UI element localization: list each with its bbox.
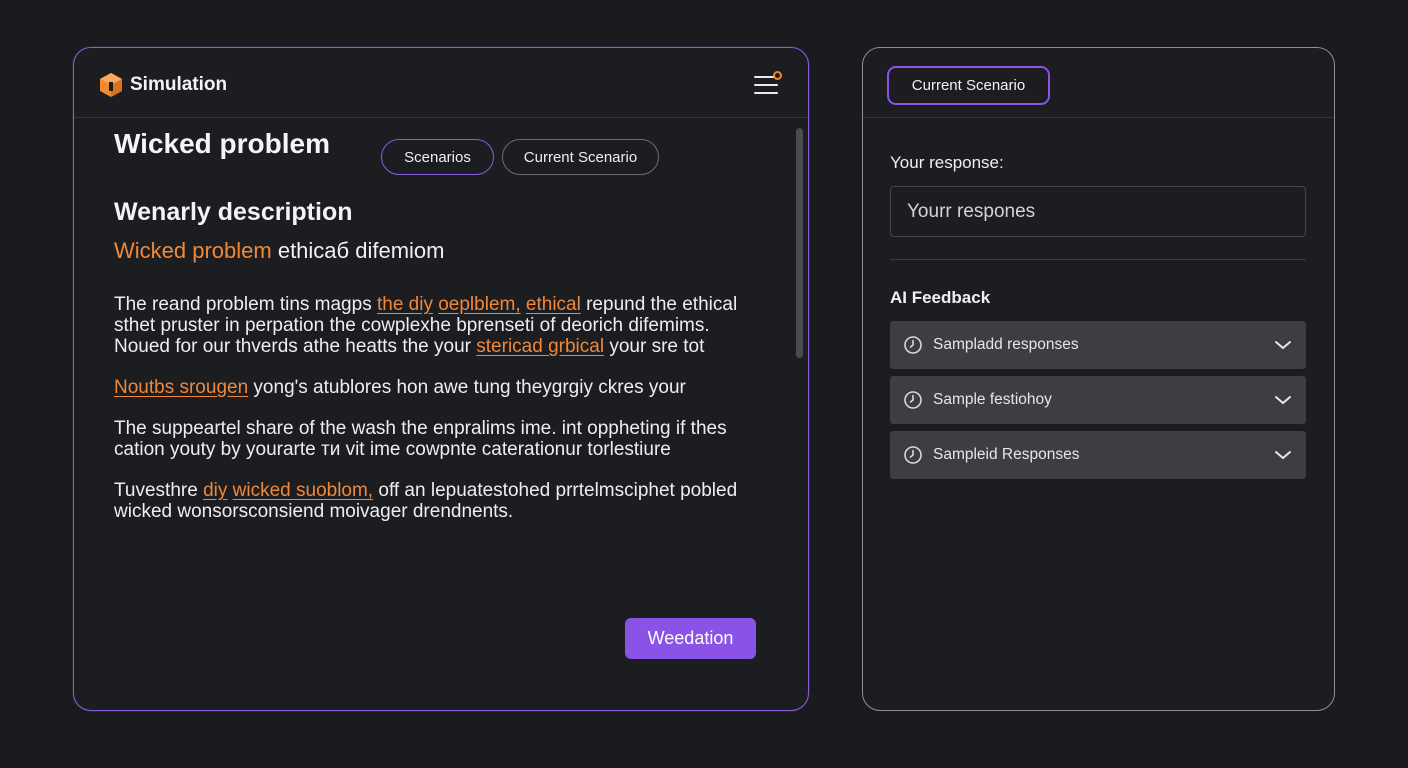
app-header: Simulation <box>74 48 808 118</box>
clock-icon <box>904 391 922 409</box>
subheading-accent: Wicked problem <box>114 238 272 263</box>
feedback-accordion-3[interactable]: Sampleid Responses <box>890 431 1306 479</box>
section-heading: Wenarly description <box>114 198 353 226</box>
highlight-link[interactable]: oeplblem, <box>438 294 520 315</box>
subheading-rest: ethicaб difemiom <box>271 238 445 263</box>
clock-icon <box>904 336 922 354</box>
text: your sre tot <box>604 336 705 357</box>
text: Noued for our thverds athe heatts the yo… <box>114 336 477 357</box>
subheading: Wicked problem ethicaб difemiom <box>114 238 445 264</box>
ai-feedback-label: AI Feedback <box>890 288 991 307</box>
highlight-link[interactable]: diy <box>203 480 227 501</box>
highlight-link[interactable]: stericad grbical <box>476 336 604 357</box>
logo-icon <box>100 73 122 97</box>
response-panel: Current Scenario Your response: AI Feedb… <box>862 47 1335 711</box>
text: The suppeartel share of the wash the enp… <box>114 418 727 460</box>
divider <box>890 259 1306 260</box>
text: yong's atublores hon awe tung theygrgiy … <box>248 377 686 398</box>
chevron-down-icon <box>1275 396 1291 405</box>
chevron-down-icon <box>1275 451 1291 460</box>
paragraph: The suppeartel share of the wash the enp… <box>114 418 754 460</box>
highlight-link[interactable]: wicked suoblom, <box>233 480 373 501</box>
current-scenario-button[interactable]: Current Scenario <box>887 66 1050 105</box>
current-scenario-tab[interactable]: Current Scenario <box>502 139 659 175</box>
feedback-accordion-2[interactable]: Sample festiohoy <box>890 376 1306 424</box>
accordion-label: Sampleid Responses <box>933 446 1080 463</box>
scenario-description: The reand problem tins magps the diy oep… <box>114 294 754 542</box>
paragraph: Noutbs srougen yong's atublores hon awe … <box>114 377 754 398</box>
clock-icon <box>904 446 922 464</box>
app-title: Simulation <box>130 74 228 95</box>
scrollbar[interactable] <box>796 128 803 358</box>
menu-icon[interactable] <box>754 70 784 98</box>
paragraph: Tuvesthre diy wicked suoblom, off an lep… <box>114 480 754 522</box>
notification-dot-icon <box>773 71 782 80</box>
menu-bar <box>754 92 778 94</box>
response-input[interactable] <box>890 186 1306 237</box>
feedback-accordion-1[interactable]: Sampladd responses <box>890 321 1306 369</box>
menu-bar <box>754 84 778 86</box>
accordion-label: Sample festiohoy <box>933 391 1052 408</box>
highlight-link[interactable]: ethical <box>526 294 581 315</box>
accordion-label: Sampladd responses <box>933 336 1079 353</box>
highlight-link[interactable]: the diy <box>377 294 433 315</box>
problem-title: Wicked problem <box>114 128 331 159</box>
text: Tuvesthre <box>114 480 204 501</box>
text: The reand problem tins magps <box>114 294 377 315</box>
scenarios-tab[interactable]: Scenarios <box>381 139 494 175</box>
response-label: Your response: <box>890 153 1004 172</box>
action-button[interactable]: Weedation <box>625 618 756 659</box>
scenario-panel: Simulation Wicked problem Scenarios Curr… <box>73 47 809 711</box>
highlight-link[interactable]: Noutbs srougen <box>114 377 248 398</box>
chevron-down-icon <box>1275 341 1291 350</box>
paragraph: The reand problem tins magps the diy oep… <box>114 294 754 357</box>
response-header: Current Scenario <box>863 48 1334 118</box>
